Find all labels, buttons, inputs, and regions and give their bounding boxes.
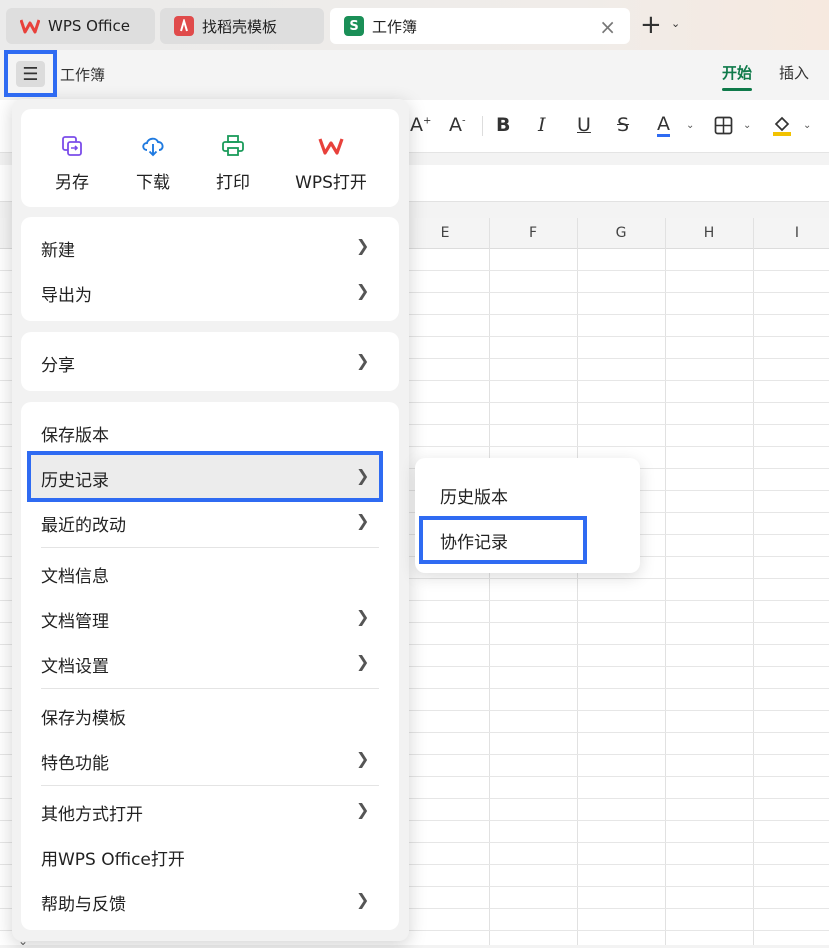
menu-item-doc-settings[interactable]: 文档设置 <box>41 652 109 677</box>
menu-item-open-other[interactable]: 其他方式打开 <box>41 800 143 825</box>
fill-color-icon[interactable] <box>772 115 792 142</box>
chevron-right-icon: ❯ <box>356 800 370 819</box>
menu-divider <box>41 785 379 786</box>
chevron-right-icon: ❯ <box>356 652 370 671</box>
chevron-right-icon: ❯ <box>356 890 370 909</box>
menu-item-new[interactable]: 新建 <box>41 236 75 261</box>
chevron-down-icon[interactable]: ⌄ <box>803 120 811 131</box>
chevron-right-icon: ❯ <box>356 466 370 485</box>
bold-icon[interactable]: B <box>496 114 510 136</box>
menu-item-open-wps[interactable]: 用WPS Office打开 <box>41 845 185 870</box>
wps-logo-icon <box>20 16 40 36</box>
main-menu-button[interactable]: ☰ <box>4 50 57 97</box>
menu-item-features[interactable]: 特色功能 <box>41 749 109 774</box>
wps-open-label: WPS打开 <box>295 173 367 193</box>
column-header-i[interactable]: I <box>753 225 829 241</box>
toolbar-divider <box>482 116 483 136</box>
menu-item-doc-info[interactable]: 文档信息 <box>41 562 109 587</box>
save-as-label: 另存 <box>55 173 89 193</box>
font-size-increase-icon[interactable]: A+ <box>410 114 431 136</box>
chevron-right-icon: ❯ <box>356 511 370 530</box>
save-as-icon <box>32 132 112 160</box>
new-tab-plus-icon[interactable]: + <box>640 12 662 38</box>
column-header-e[interactable]: E <box>401 225 489 241</box>
printer-icon <box>193 132 273 160</box>
grid-column-line <box>753 218 754 945</box>
tab-label: 找稻壳模板 <box>202 17 278 36</box>
chevron-down-icon: ⌄ <box>18 934 29 948</box>
chevron-down-icon[interactable]: ⌄ <box>671 17 680 30</box>
menu-item-recent-changes[interactable]: 最近的改动 <box>41 511 126 536</box>
title-row <box>0 50 829 100</box>
italic-icon[interactable]: I <box>538 114 546 136</box>
column-header-g[interactable]: G <box>577 225 665 241</box>
menu-divider <box>41 688 379 689</box>
menu-item-share[interactable]: 分享 <box>41 351 75 376</box>
chevron-right-icon: ❯ <box>356 607 370 626</box>
print-label: 打印 <box>216 173 250 193</box>
menu-item-history[interactable]: 历史记录 <box>41 466 109 491</box>
tab-docer[interactable]: 找稻壳模板 <box>160 8 324 44</box>
ribbon-tab-home[interactable]: 开始 <box>722 62 753 91</box>
strikethrough-icon[interactable]: S <box>617 114 629 136</box>
download-cloud-icon <box>113 132 193 160</box>
menu-item-export-as[interactable]: 导出为 <box>41 281 92 306</box>
document-title: 工作簿 <box>60 66 106 84</box>
docer-logo-icon <box>174 16 194 36</box>
grid-column-line <box>577 218 578 945</box>
menu-item-doc-manage[interactable]: 文档管理 <box>41 607 109 632</box>
download-label: 下载 <box>136 173 170 193</box>
tab-label: WPS Office <box>48 17 130 35</box>
column-header-f[interactable]: F <box>489 225 577 241</box>
menu-item-help[interactable]: 帮助与反馈 <box>41 890 126 915</box>
column-header-h[interactable]: H <box>665 225 753 241</box>
menu-item-save-version[interactable]: 保存版本 <box>41 421 109 446</box>
grid-column-line <box>665 218 666 945</box>
tab-workbook[interactable]: S 工作簿 × <box>330 8 630 44</box>
ribbon-tab-insert[interactable]: 插入 <box>779 62 809 83</box>
print-button[interactable]: 打印 <box>193 132 273 193</box>
wps-logo-icon <box>289 132 373 160</box>
chevron-down-icon[interactable]: ⌄ <box>686 120 694 131</box>
underline-icon[interactable]: U <box>577 114 591 136</box>
download-button[interactable]: 下载 <box>113 132 193 193</box>
menu-item-save-as-template[interactable]: 保存为模板 <box>41 704 126 729</box>
tab-wps-office[interactable]: WPS Office <box>6 8 155 44</box>
submenu-item-collab-record[interactable]: 协作记录 <box>440 528 508 553</box>
spreadsheet-s-icon: S <box>344 16 364 36</box>
hamburger-icon: ☰ <box>16 61 45 87</box>
font-color-icon[interactable]: A <box>657 114 670 137</box>
wps-open-button[interactable]: WPS打开 <box>289 132 373 193</box>
chevron-right-icon: ❯ <box>356 749 370 768</box>
submenu-item-history-version[interactable]: 历史版本 <box>440 483 508 508</box>
menu-card-share <box>21 332 399 391</box>
chevron-right-icon: ❯ <box>356 281 370 300</box>
tab-label: 工作簿 <box>372 17 418 36</box>
menu-divider <box>41 547 379 548</box>
grid-column-line <box>489 218 490 945</box>
chevron-right-icon: ❯ <box>356 236 370 255</box>
font-size-decrease-icon[interactable]: A- <box>449 114 466 136</box>
close-icon[interactable]: × <box>599 15 616 39</box>
save-as-button[interactable]: 另存 <box>32 132 112 193</box>
borders-icon[interactable] <box>714 116 733 140</box>
chevron-right-icon: ❯ <box>356 351 370 370</box>
chevron-down-icon[interactable]: ⌄ <box>743 120 751 131</box>
